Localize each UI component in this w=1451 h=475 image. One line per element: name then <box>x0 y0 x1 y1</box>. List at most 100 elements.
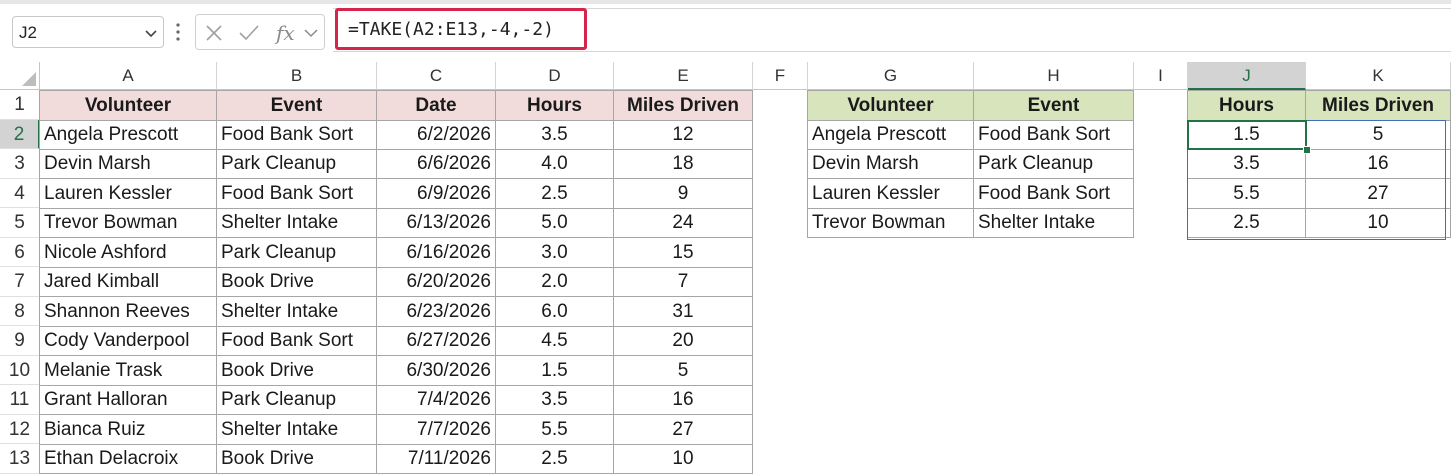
select-all-button[interactable] <box>0 62 40 90</box>
result-values-header-cell[interactable]: Miles Driven <box>1305 90 1451 121</box>
source-cell[interactable]: 5.0 <box>495 208 614 238</box>
result-values-cell[interactable]: 10 <box>1305 208 1451 238</box>
source-cell[interactable]: 12 <box>613 119 753 150</box>
source-cell[interactable]: Bianca Ruiz <box>39 414 217 445</box>
source-cell[interactable]: 24 <box>613 208 753 238</box>
source-cell[interactable]: 3.0 <box>495 237 614 268</box>
result-names-cell[interactable]: Food Bank Sort <box>973 119 1134 150</box>
result-values-cell[interactable]: 1.5 <box>1187 119 1306 150</box>
result-names-cell[interactable]: Lauren Kessler <box>807 178 974 209</box>
row-header-4[interactable]: 4 <box>0 178 40 208</box>
row-header-9[interactable]: 9 <box>0 326 40 356</box>
fill-handle[interactable] <box>1303 146 1311 154</box>
column-header-f[interactable]: F <box>753 62 808 90</box>
result-values-cell[interactable]: 3.5 <box>1187 149 1306 179</box>
source-cell[interactable]: 3.5 <box>495 119 614 150</box>
column-header-g[interactable]: G <box>808 62 974 90</box>
source-cell[interactable]: Shelter Intake <box>216 296 377 327</box>
result-names-header-cell[interactable]: Event <box>973 90 1134 121</box>
row-header-13[interactable]: 13 <box>0 444 40 474</box>
source-cell[interactable]: 6/9/2026 <box>376 178 496 209</box>
source-cell[interactable]: Book Drive <box>216 444 377 474</box>
source-cell[interactable]: 10 <box>613 444 753 474</box>
source-cell[interactable]: Trevor Bowman <box>39 208 217 238</box>
source-cell[interactable]: 5.5 <box>495 414 614 445</box>
source-cell[interactable]: Cody Vanderpool <box>39 326 217 356</box>
source-cell[interactable]: 2.5 <box>495 444 614 474</box>
source-cell[interactable]: 6/27/2026 <box>376 326 496 356</box>
formula-input[interactable]: =TAKE(A2:E13,-4,-2) <box>335 8 587 50</box>
source-cell[interactable]: Food Bank Sort <box>216 178 377 209</box>
source-cell[interactable]: Ethan Delacroix <box>39 444 217 474</box>
source-cell[interactable]: 6/6/2026 <box>376 149 496 179</box>
result-values-cell[interactable]: 27 <box>1305 178 1451 209</box>
column-header-j[interactable]: J <box>1188 62 1306 90</box>
source-cell[interactable]: 6/23/2026 <box>376 296 496 327</box>
name-box[interactable]: J2 <box>12 16 164 48</box>
source-cell[interactable]: 4.5 <box>495 326 614 356</box>
row-header-6[interactable]: 6 <box>0 237 40 267</box>
column-header-c[interactable]: C <box>377 62 496 90</box>
result-values-cell[interactable]: 16 <box>1305 149 1451 179</box>
source-header-cell[interactable]: Date <box>376 90 496 121</box>
source-cell[interactable]: 7/7/2026 <box>376 414 496 445</box>
source-header-cell[interactable]: Miles Driven <box>613 90 753 121</box>
result-values-cell[interactable]: 5 <box>1305 119 1451 150</box>
column-header-e[interactable]: E <box>614 62 753 90</box>
source-cell[interactable]: Book Drive <box>216 355 377 386</box>
source-cell[interactable]: 3.5 <box>495 385 614 415</box>
source-cell[interactable]: 6/2/2026 <box>376 119 496 150</box>
source-cell[interactable]: Park Cleanup <box>216 385 377 415</box>
source-cell[interactable]: Nicole Ashford <box>39 237 217 268</box>
source-header-cell[interactable]: Event <box>216 90 377 121</box>
source-cell[interactable]: Book Drive <box>216 267 377 297</box>
source-cell[interactable]: 6/20/2026 <box>376 267 496 297</box>
row-header-12[interactable]: 12 <box>0 414 40 444</box>
source-cell[interactable]: 4.0 <box>495 149 614 179</box>
row-header-2[interactable]: 2 <box>0 119 40 149</box>
result-names-cell[interactable]: Food Bank Sort <box>973 178 1134 209</box>
source-cell[interactable]: Grant Halloran <box>39 385 217 415</box>
row-header-11[interactable]: 11 <box>0 385 40 415</box>
chevron-down-icon[interactable] <box>145 27 157 39</box>
source-cell[interactable]: 20 <box>613 326 753 356</box>
source-cell[interactable]: 7/4/2026 <box>376 385 496 415</box>
enter-check-icon[interactable] <box>238 23 260 43</box>
row-header-10[interactable]: 10 <box>0 355 40 385</box>
column-header-h[interactable]: H <box>974 62 1134 90</box>
insert-function-fx-icon[interactable]: fx <box>274 21 300 45</box>
source-cell[interactable]: 5 <box>613 355 753 386</box>
column-header-i[interactable]: I <box>1134 62 1188 90</box>
source-cell[interactable]: Angela Prescott <box>39 119 217 150</box>
vertical-dots-icon[interactable] <box>176 22 180 42</box>
source-cell[interactable]: Food Bank Sort <box>216 119 377 150</box>
source-cell[interactable]: 27 <box>613 414 753 445</box>
source-cell[interactable]: 2.0 <box>495 267 614 297</box>
source-header-cell[interactable]: Volunteer <box>39 90 217 121</box>
source-cell[interactable]: 6/13/2026 <box>376 208 496 238</box>
column-header-b[interactable]: B <box>217 62 377 90</box>
row-header-7[interactable]: 7 <box>0 267 40 297</box>
source-cell[interactable]: 6/30/2026 <box>376 355 496 386</box>
cancel-x-icon[interactable] <box>204 23 224 43</box>
result-values-cell[interactable]: 2.5 <box>1187 208 1306 238</box>
result-values-cell[interactable]: 5.5 <box>1187 178 1306 209</box>
source-cell[interactable]: Lauren Kessler <box>39 178 217 209</box>
result-names-cell[interactable]: Angela Prescott <box>807 119 974 150</box>
source-cell[interactable]: Shannon Reeves <box>39 296 217 327</box>
source-cell[interactable]: 6/16/2026 <box>376 237 496 268</box>
fx-chevron-icon[interactable] <box>304 27 318 39</box>
column-header-k[interactable]: K <box>1306 62 1451 90</box>
source-cell[interactable]: Park Cleanup <box>216 237 377 268</box>
source-cell[interactable]: Shelter Intake <box>216 208 377 238</box>
source-cell[interactable]: 18 <box>613 149 753 179</box>
source-cell[interactable]: Shelter Intake <box>216 414 377 445</box>
row-header-8[interactable]: 8 <box>0 296 40 326</box>
source-cell[interactable]: 6.0 <box>495 296 614 327</box>
source-cell[interactable]: 31 <box>613 296 753 327</box>
source-cell[interactable]: Jared Kimball <box>39 267 217 297</box>
result-names-cell[interactable]: Trevor Bowman <box>807 208 974 238</box>
result-names-cell[interactable]: Park Cleanup <box>973 149 1134 179</box>
source-cell[interactable]: 16 <box>613 385 753 415</box>
source-header-cell[interactable]: Hours <box>495 90 614 121</box>
